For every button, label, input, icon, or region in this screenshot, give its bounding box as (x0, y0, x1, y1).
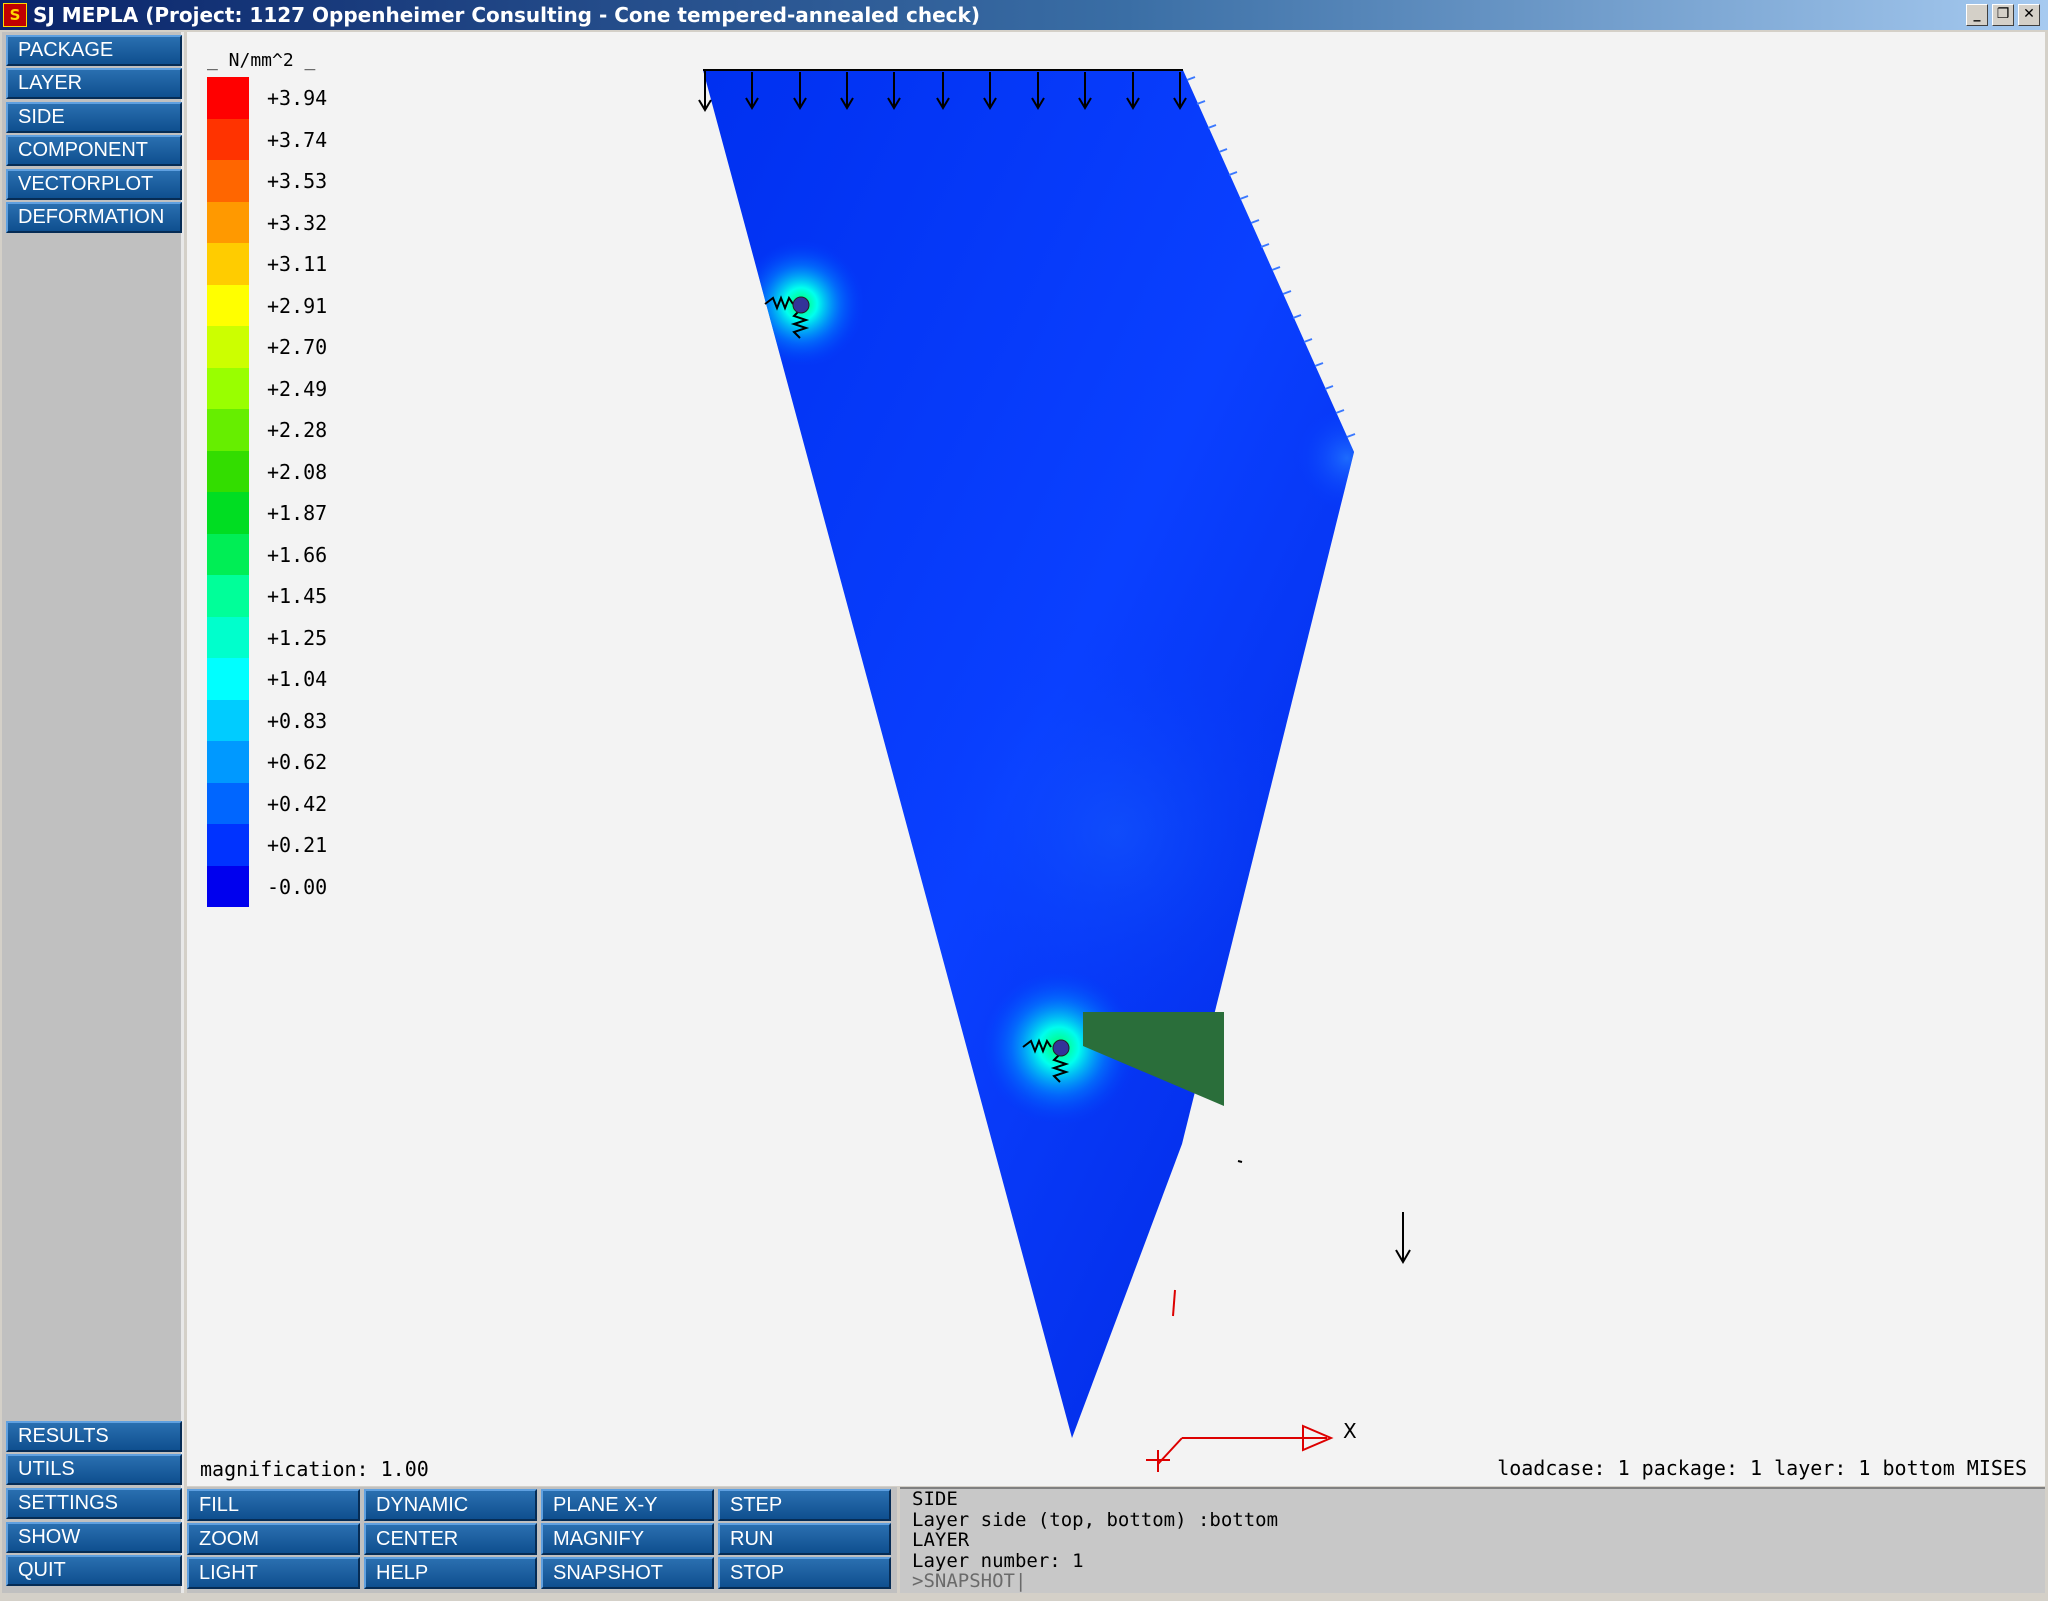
app-icon[interactable]: S (3, 3, 27, 27)
point-load-arrow[interactable] (1395, 1212, 1411, 1264)
menu-component-button[interactable]: COMPONENT (6, 135, 182, 166)
model-viewport[interactable]: _ N/mm^2 _ +3.94 +3.74 +3.53 +3.32 +3.11 +2.9… (187, 32, 2045, 1486)
plane-xy-button[interactable]: PLANE X-Y (541, 1489, 714, 1521)
menu-deformation-button[interactable]: DEFORMATION (6, 202, 182, 233)
loadcase-status: loadcase: 1 package: 1 layer: 1 bottom M… (1497, 1456, 2027, 1480)
zoom-button[interactable]: ZOOM (187, 1523, 360, 1555)
menu-package-button[interactable]: PACKAGE (6, 35, 182, 66)
red-mark (1172, 1289, 1176, 1317)
menu-results-button[interactable]: RESULTS (6, 1421, 182, 1452)
console-line: Layer number: 1 (912, 1549, 1084, 1572)
magnify-button[interactable]: MAGNIFY (541, 1523, 714, 1555)
x-axis-label: X (1343, 1419, 1357, 1443)
menu-quit-button[interactable]: QUIT (6, 1555, 182, 1586)
coordinate-axes (1146, 1424, 1334, 1472)
menu-vectorplot-button[interactable]: VECTORPLOT (6, 169, 182, 200)
menu-side-button[interactable]: SIDE (6, 102, 182, 133)
run-button[interactable]: RUN (718, 1523, 891, 1555)
window-title: SJ MEPLA (Project: 1127 Oppenheimer Cons… (33, 3, 980, 27)
menu-layer-button[interactable]: LAYER (6, 68, 182, 99)
bottom-toolbar: FILL ZOOM LIGHT DYNAMIC CENTER HELP PLAN… (187, 1487, 897, 1593)
center-button[interactable]: CENTER (364, 1523, 537, 1555)
fill-button[interactable]: FILL (187, 1489, 360, 1521)
menu-settings-button[interactable]: SETTINGS (6, 1488, 182, 1519)
fe-model-plot[interactable]: X (187, 32, 2045, 1486)
step-button[interactable]: STEP (718, 1489, 891, 1521)
close-button[interactable]: ✕ (2018, 4, 2040, 26)
minimize-button[interactable]: _ (1966, 4, 1988, 26)
menu-utils-button[interactable]: UTILS (6, 1454, 182, 1485)
light-button[interactable]: LIGHT (187, 1557, 360, 1589)
menu-show-button[interactable]: SHOW (6, 1522, 182, 1553)
stop-button[interactable]: STOP (718, 1557, 891, 1589)
restore-button[interactable]: ❐ (1992, 4, 2014, 26)
console-input[interactable]: >SNAPSHOT| (912, 1571, 2045, 1592)
help-button[interactable]: HELP (364, 1557, 537, 1589)
title-bar: S SJ MEPLA (Project: 1127 Oppenheimer Co… (0, 0, 2048, 30)
snapshot-button[interactable]: SNAPSHOT (541, 1557, 714, 1589)
left-menu-panel: PACKAGE LAYER SIDE COMPONENT VECTORPLOT … (2, 32, 184, 1593)
console-line: LAYER (912, 1529, 970, 1551)
console-line: Layer side (top, bottom) :bottom (912, 1508, 1279, 1531)
dynamic-button[interactable]: DYNAMIC (364, 1489, 537, 1521)
console-line: SIDE (912, 1488, 958, 1510)
command-console[interactable]: SIDE Layer side (top, bottom) :bottom LA… (900, 1487, 2045, 1593)
magnification-label: magnification: 1.00 (200, 1457, 429, 1481)
